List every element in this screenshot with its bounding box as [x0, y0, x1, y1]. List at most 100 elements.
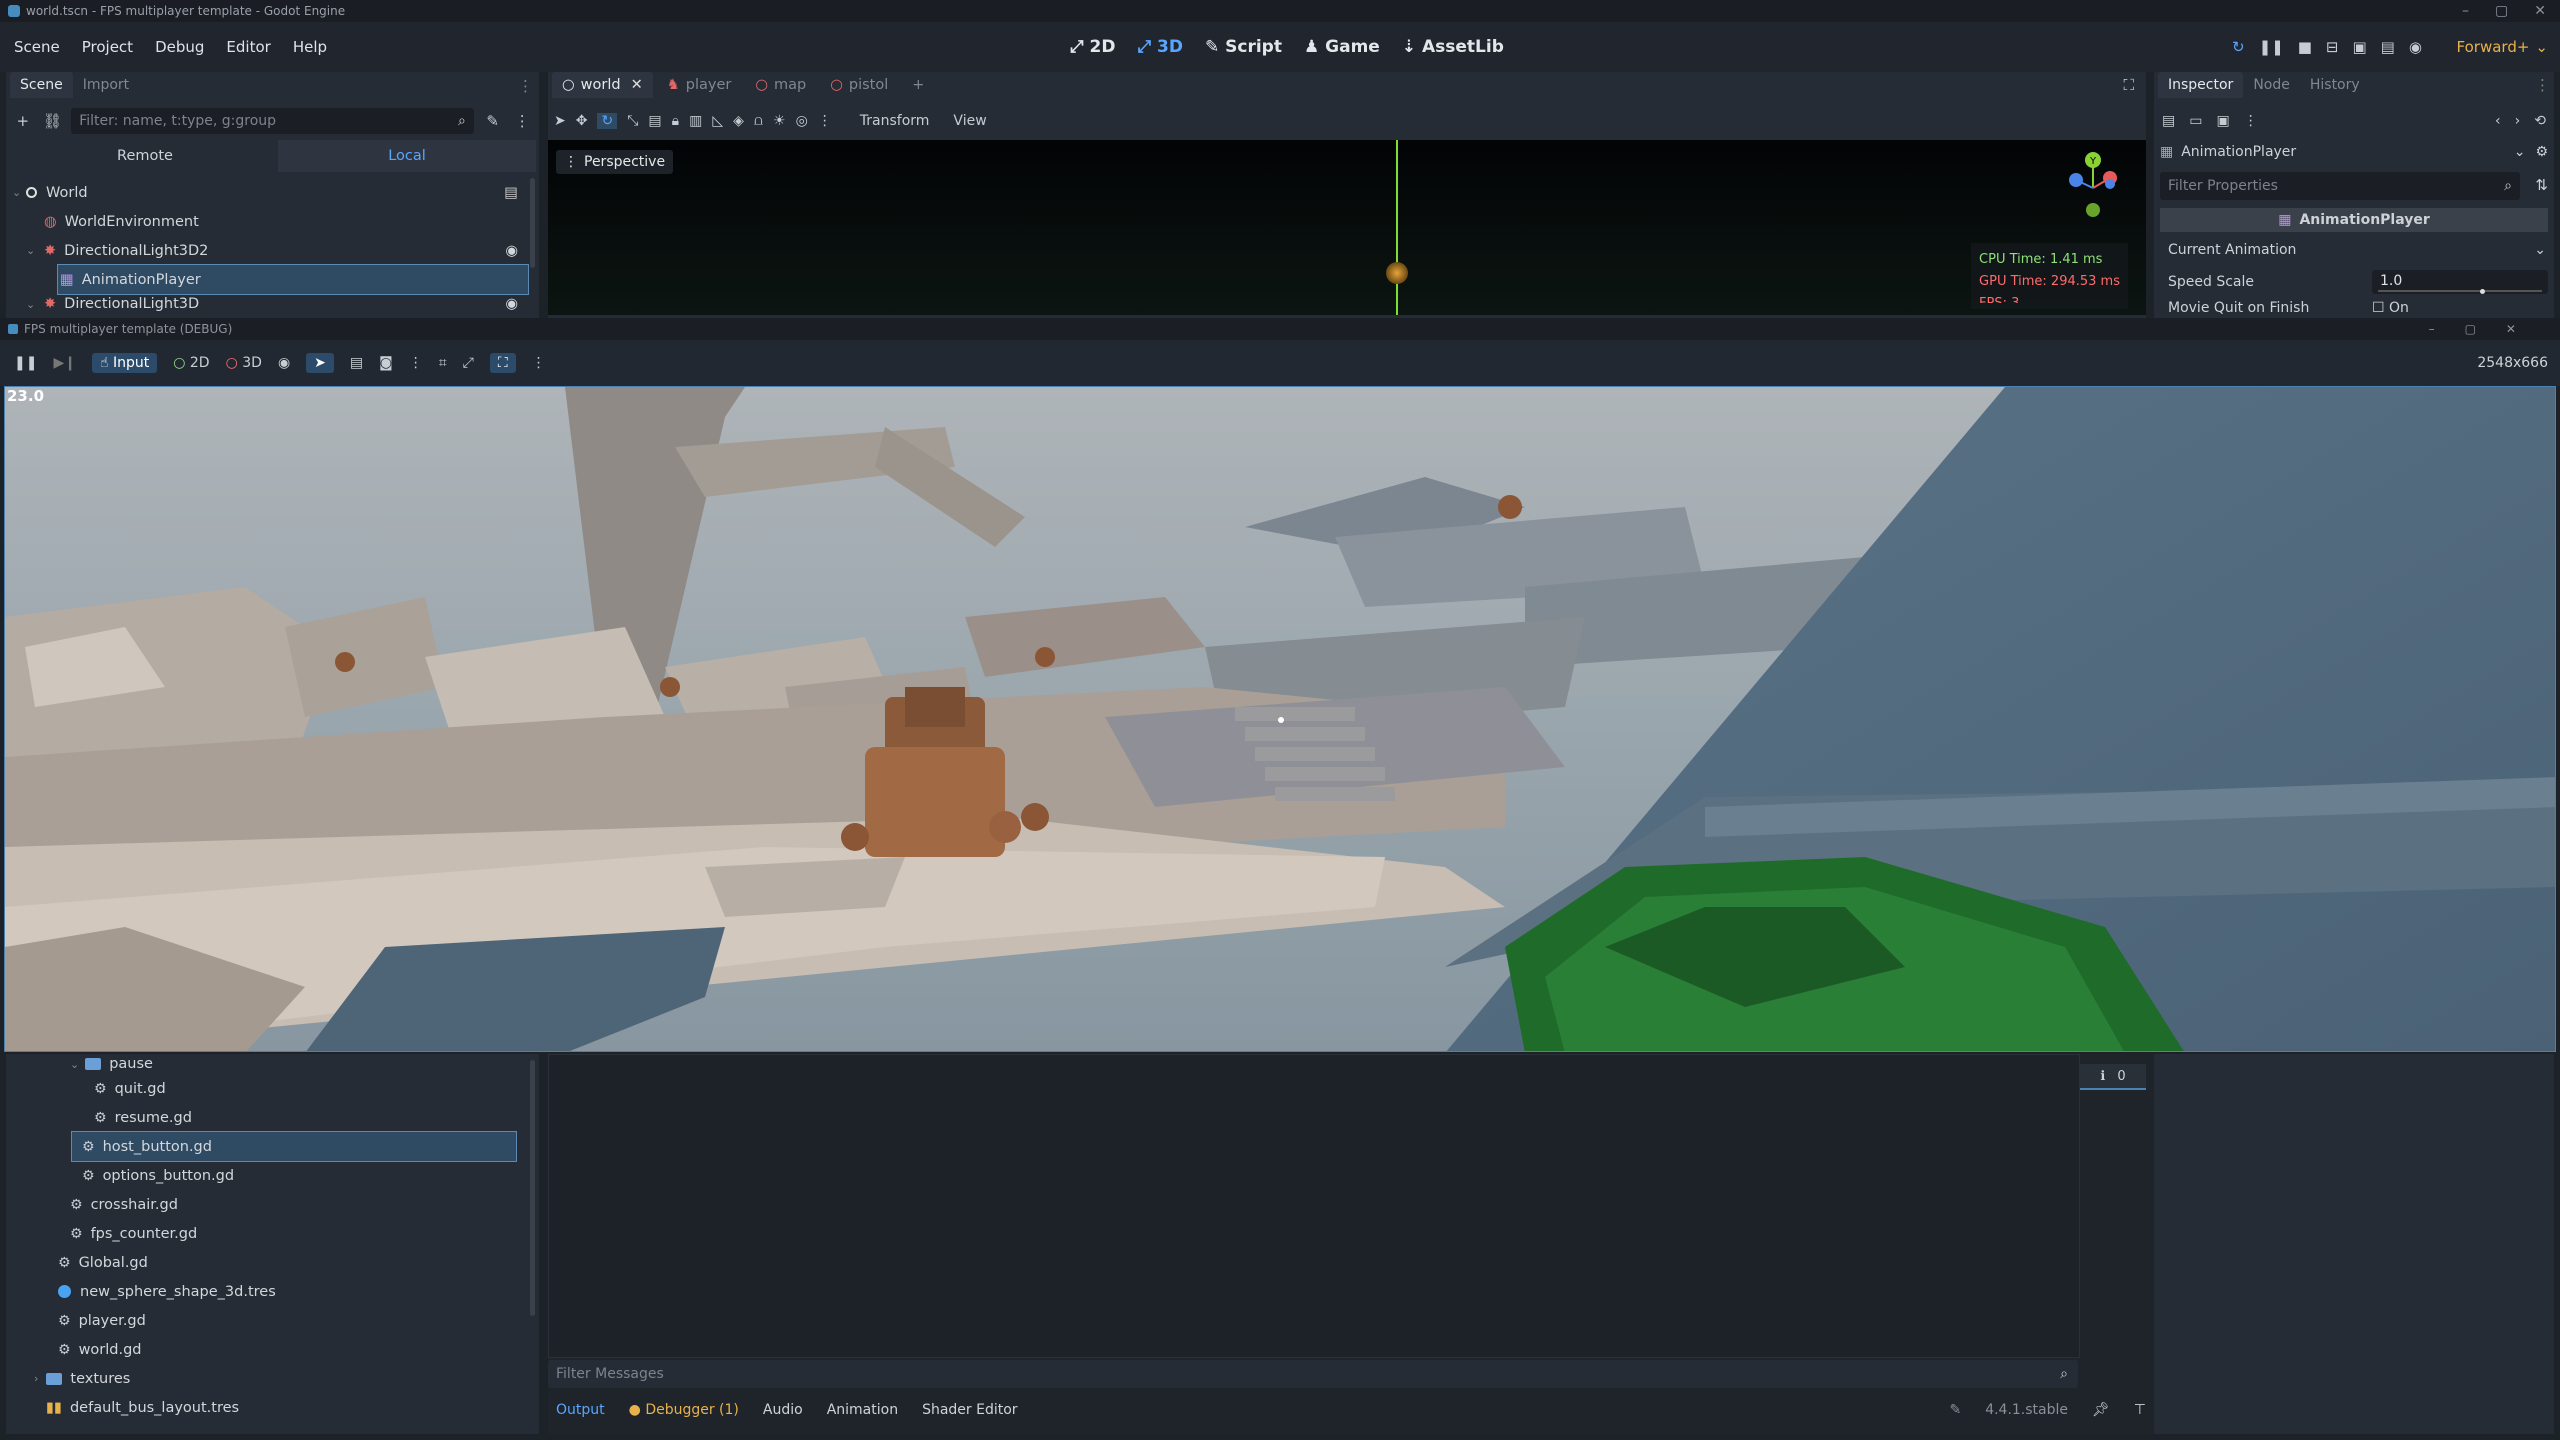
snap-icon[interactable]: ⩍ [754, 113, 763, 129]
tab-history[interactable]: History [2300, 72, 2370, 98]
tab-node[interactable]: Node [2243, 72, 2300, 98]
tab-inspector[interactable]: Inspector [2158, 72, 2244, 98]
tree-node-directionallight3d[interactable]: ⌄ ✸ DirectionalLight3D ◉ [12, 294, 530, 314]
tab-player[interactable]: ♞ player [657, 72, 742, 98]
tree-node-worldenvironment[interactable]: ◍ WorldEnvironment [12, 207, 530, 236]
message-count-toggle[interactable]: ℹ0 [2080, 1064, 2146, 1090]
list-select-icon[interactable]: ▤ [648, 113, 661, 129]
scene-menu-icon[interactable]: ⋮ [511, 110, 533, 132]
dock-menu-icon[interactable]: ⋮ [518, 77, 533, 95]
history-icon[interactable]: ⟲ [2534, 113, 2546, 129]
expand-icon[interactable]: ⤢ [463, 355, 474, 371]
light-gizmo-icon[interactable] [1386, 262, 1408, 284]
stop-icon[interactable]: ■ [2298, 38, 2312, 56]
scene-tree-scrollbar[interactable] [530, 178, 535, 268]
workspace-game-button[interactable]: ♟ Game [1304, 37, 1380, 57]
fs-file-world[interactable]: ⚙ world.gd [16, 1335, 516, 1364]
update-spinner-icon[interactable]: ✎ [1949, 1402, 1961, 1418]
object-menu-icon[interactable]: ⚙ [2535, 144, 2548, 160]
menu-project[interactable]: Project [82, 38, 133, 56]
local-space-icon[interactable]: ◈ [733, 113, 744, 129]
script-attached-icon[interactable]: ▤ [504, 185, 518, 201]
distraction-free-icon[interactable]: ⛶ [2123, 76, 2134, 94]
speed-scale-slider[interactable]: 1.0 [2372, 270, 2548, 294]
workspace-3d-button[interactable]: ⤢ 3D [1137, 37, 1182, 57]
tab-world[interactable]: ○ world ✕ [552, 72, 653, 98]
property-filter-options-icon[interactable]: ⇅ [2535, 176, 2548, 194]
play-scene-icon[interactable]: ▣ [2352, 38, 2366, 56]
more-options-icon[interactable]: ⋮ [409, 355, 423, 371]
rotate-tool-icon[interactable]: ↻ [597, 113, 618, 129]
tree-node-directionallight3d2[interactable]: ⌄ ✸ DirectionalLight3D2 ◉ [12, 236, 530, 265]
fs-file-player[interactable]: ⚙ player.gd [16, 1306, 516, 1335]
movie-maker-icon[interactable]: ◉ [2409, 38, 2422, 56]
maximize-button[interactable]: ▢ [2495, 3, 2508, 19]
tab-import[interactable]: Import [73, 72, 139, 98]
current-animation-property[interactable]: Current Animation ⌄ [2168, 236, 2548, 264]
scale-tool-icon[interactable]: ⤡ [627, 113, 638, 129]
fs-file-global[interactable]: ⚙ Global.gd [16, 1248, 516, 1277]
mode-3d-button[interactable]: ○ 3D [226, 355, 262, 371]
minimize-button[interactable]: – [2462, 3, 2469, 19]
fs-file-host-button[interactable]: ⚙ host_button.gd [71, 1131, 517, 1162]
view-menu[interactable]: View [953, 113, 986, 129]
lock-icon[interactable]: 🔒︎ [672, 113, 679, 129]
tab-audio[interactable]: Audio [763, 1402, 803, 1418]
visibility-icon[interactable]: ◉ [278, 355, 290, 371]
fs-folder-pause[interactable]: ⌄ pause [16, 1054, 516, 1074]
game-viewport[interactable]: 23.0 [4, 386, 2556, 1052]
game-menu-icon[interactable]: ⋮ [532, 355, 546, 371]
back-icon[interactable]: ‹ [2495, 113, 2501, 129]
remote-deploy-icon[interactable]: ⊟ [2326, 38, 2339, 56]
filter-messages-input[interactable]: Filter Messages ⌕ [548, 1360, 2078, 1388]
workspace-script-button[interactable]: ✎ Script [1205, 37, 1282, 57]
move-tool-icon[interactable]: ✥ [576, 113, 588, 129]
fs-file-bus-layout[interactable]: ▮▮ default_bus_layout.tres [16, 1393, 516, 1422]
focus-icon[interactable]: ⌗ [439, 355, 447, 371]
tab-map[interactable]: ○ map [745, 72, 816, 98]
inspector-menu-icon[interactable]: ⋮ [2244, 113, 2258, 129]
workspace-2d-button[interactable]: ⤢ 2D [1070, 37, 1115, 57]
scene-filter-input[interactable]: Filter: name, t:type, g:group ⌕ [71, 108, 474, 134]
new-resource-icon[interactable]: ▤ [2162, 113, 2175, 129]
tab-debugger[interactable]: ● Debugger (1) [629, 1402, 739, 1418]
tab-animation[interactable]: Animation [827, 1402, 898, 1418]
add-node-icon[interactable]: + [12, 110, 34, 132]
close-window-button[interactable]: ✕ [2534, 3, 2546, 19]
inspector-section-header[interactable]: ▦ AnimationPlayer [2160, 208, 2548, 232]
visibility-eye-icon[interactable]: ◉ [505, 243, 518, 259]
output-log[interactable] [548, 1054, 2080, 1358]
select-tool-icon[interactable]: ➤ [306, 353, 334, 373]
environment-preview-icon[interactable]: ◎ [796, 113, 808, 129]
dock-menu-icon[interactable]: ⋮ [2535, 76, 2550, 94]
game-window-controls[interactable]: –▢✕ [2429, 322, 2546, 336]
menu-scene[interactable]: Scene [14, 38, 60, 56]
tree-node-animationplayer[interactable]: ▦ AnimationPlayer [57, 264, 529, 295]
open-folder-icon[interactable]: ▭ [2189, 113, 2202, 129]
perspective-menu[interactable]: ⋮ Perspective [556, 150, 674, 174]
tree-node-world[interactable]: ⌄ World ▤ [12, 178, 530, 207]
fullscreen-icon[interactable]: ⛶ [489, 353, 516, 373]
visibility-eye-icon[interactable]: ◉ [505, 296, 518, 312]
fs-file-sphere-shape[interactable]: new_sphere_shape_3d.tres [16, 1277, 516, 1306]
pause-icon[interactable]: ❚❚ [14, 355, 37, 371]
restart-icon[interactable]: ↻ [2232, 38, 2245, 56]
editor-3d-viewport[interactable]: ⋮ Perspective Y CPU Time: 1.41 ms GPU Ti… [548, 140, 2146, 315]
save-icon[interactable]: ▣ [2216, 113, 2229, 129]
fs-file-quit[interactable]: ⚙ quit.gd [16, 1074, 516, 1103]
tab-scene[interactable]: Scene [10, 72, 73, 98]
menu-editor[interactable]: Editor [226, 38, 270, 56]
fs-file-crosshair[interactable]: ⚙ crosshair.gd [16, 1190, 516, 1219]
fs-file-options-button[interactable]: ⚙ options_button.gd [16, 1161, 516, 1190]
pin-icon[interactable]: 📌︎ [2092, 1402, 2110, 1418]
group-icon[interactable]: ▥ [689, 113, 702, 129]
add-tab-button[interactable]: + [902, 72, 934, 98]
menu-help[interactable]: Help [293, 38, 327, 56]
list-select-icon[interactable]: ▤ [350, 355, 363, 371]
close-tab-icon[interactable]: ✕ [631, 77, 643, 93]
tab-output[interactable]: Output [556, 1402, 605, 1418]
script-icon[interactable]: ✎ [482, 110, 504, 132]
remote-tab[interactable]: Remote [12, 140, 278, 172]
forward-icon[interactable]: › [2515, 113, 2521, 129]
toolbar-more-icon[interactable]: ⋮ [818, 113, 832, 129]
